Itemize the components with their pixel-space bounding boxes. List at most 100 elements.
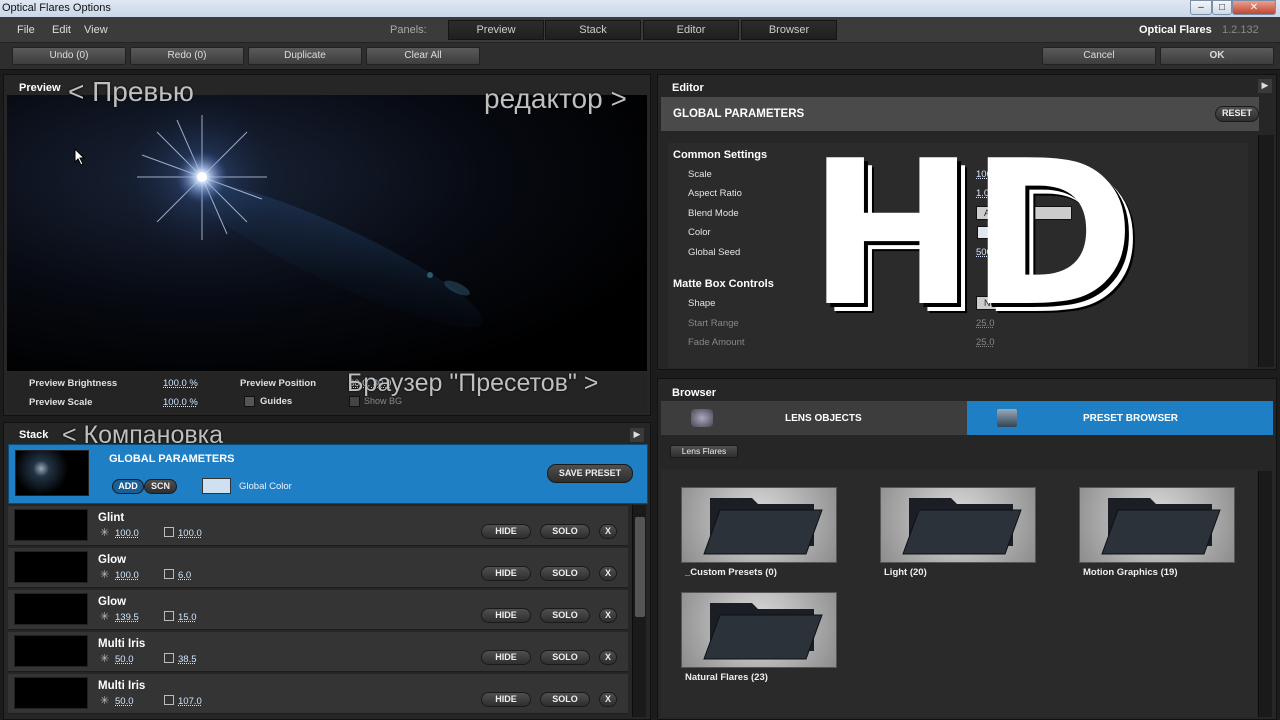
stack-layer-row[interactable]: Glow ✳ 139.5 15.0 HIDE SOLO X — [8, 590, 628, 630]
save-preset-button[interactable]: SAVE PRESET — [547, 464, 633, 483]
preview-panel: Preview < Превью редактор > Preview Brig… — [3, 74, 651, 416]
browser-scrollbar[interactable] — [1258, 471, 1272, 717]
menu-view[interactable]: View — [84, 24, 108, 36]
preset-folder[interactable] — [681, 592, 837, 668]
brightness-icon: ✳ — [100, 653, 110, 665]
show-bg-checkbox[interactable] — [349, 396, 360, 407]
layer-thumbnail — [14, 509, 88, 541]
blend-mode-label: Blend Mode — [688, 208, 739, 219]
layer-scale-value[interactable]: 38.5 — [178, 654, 197, 665]
preset-folder-label: Light (20) — [884, 567, 927, 578]
hide-button[interactable]: HIDE — [481, 524, 531, 539]
layer-brightness-value[interactable]: 100.0 — [115, 528, 139, 539]
stack-scrollbar[interactable] — [632, 505, 646, 717]
panel-editor-button[interactable]: Editor — [643, 20, 739, 40]
stack-layer-row[interactable]: Multi Iris ✳ 50.0 107.0 HIDE SOLO X — [8, 674, 628, 714]
panel-preview-button[interactable]: Preview — [448, 20, 544, 40]
delete-layer-button[interactable]: X — [599, 692, 617, 707]
stack-layer-row[interactable]: Multi Iris ✳ 50.0 38.5 HIDE SOLO X — [8, 632, 628, 672]
delete-layer-button[interactable]: X — [599, 566, 617, 581]
solo-button[interactable]: SOLO — [540, 650, 590, 665]
preview-viewport[interactable] — [7, 95, 647, 371]
editor-header-title: GLOBAL PARAMETERS — [673, 108, 805, 120]
cancel-button[interactable]: Cancel — [1042, 47, 1156, 65]
matte-box-heading: Matte Box Controls — [673, 278, 774, 290]
guides-checkbox[interactable] — [244, 396, 255, 407]
scale-icon — [164, 611, 174, 621]
layer-brightness-value[interactable]: 100.0 — [115, 570, 139, 581]
delete-layer-button[interactable]: X — [599, 608, 617, 623]
solo-button[interactable]: SOLO — [540, 692, 590, 707]
layer-brightness-value[interactable]: 139.5 — [115, 612, 139, 623]
layer-scale-value[interactable]: 107.0 — [178, 696, 202, 707]
stack-layer-row[interactable]: Glint ✳ 100.0 100.0 HIDE SOLO X — [8, 506, 628, 546]
global-color-swatch[interactable] — [202, 478, 231, 494]
guides-label: Guides — [260, 396, 293, 407]
scale-icon — [164, 695, 174, 705]
stack-layer-row[interactable]: Glow ✳ 100.0 6.0 HIDE SOLO X — [8, 548, 628, 588]
stack-expand-icon[interactable]: ▶ — [630, 428, 644, 442]
minimize-button[interactable]: – — [1190, 0, 1212, 15]
redo-button[interactable]: Redo (0) — [130, 47, 244, 65]
stack-scroll-thumb[interactable] — [635, 517, 645, 617]
duplicate-button[interactable]: Duplicate — [248, 47, 362, 65]
color-label: Color — [688, 227, 711, 238]
brightness-icon: ✳ — [100, 695, 110, 707]
hide-button[interactable]: HIDE — [481, 608, 531, 623]
menu-file[interactable]: File — [17, 24, 35, 36]
brightness-icon: ✳ — [100, 527, 110, 539]
panels-label: Panels: — [390, 24, 427, 36]
preview-scale-label: Preview Scale — [29, 397, 93, 408]
panel-stack-button[interactable]: Stack — [545, 20, 641, 40]
preview-brightness-value[interactable]: 100.0 % — [163, 378, 198, 389]
layer-scale-value[interactable]: 6.0 — [178, 570, 191, 581]
hide-button[interactable]: HIDE — [481, 650, 531, 665]
solo-button[interactable]: SOLO — [540, 608, 590, 623]
tab-lens-objects[interactable]: LENS OBJECTS — [661, 401, 967, 435]
folder-icon — [703, 498, 823, 555]
hide-button[interactable]: HIDE — [481, 566, 531, 581]
folder-icon — [703, 603, 823, 660]
breadcrumb-lens-flares[interactable]: Lens Flares — [670, 445, 738, 458]
editor-expand-icon[interactable]: ▶ — [1258, 79, 1272, 93]
delete-layer-button[interactable]: X — [599, 524, 617, 539]
toolbar: Undo (0) Redo (0) Duplicate Clear All Ca… — [0, 43, 1280, 70]
preview-brightness-label: Preview Brightness — [29, 378, 118, 389]
add-button[interactable]: ADD — [112, 479, 144, 494]
layer-scale-value[interactable]: 100.0 — [178, 528, 202, 539]
hide-button[interactable]: HIDE — [481, 692, 531, 707]
stack-panel: Stack < Компановка ▶ GLOBAL PARAMETERS A… — [3, 421, 651, 720]
start-range-label: Start Range — [688, 318, 739, 329]
global-parameters-layer[interactable]: GLOBAL PARAMETERS ADD SCN Global Color S… — [8, 444, 648, 504]
aspect-ratio-label: Aspect Ratio — [688, 188, 742, 199]
layer-brightness-value[interactable]: 50.0 — [115, 654, 134, 665]
lens-objects-icon — [691, 409, 713, 427]
preset-folder[interactable] — [880, 487, 1036, 563]
solo-button[interactable]: SOLO — [540, 566, 590, 581]
menu-edit[interactable]: Edit — [52, 24, 71, 36]
preset-folder[interactable] — [681, 487, 837, 563]
delete-layer-button[interactable]: X — [599, 650, 617, 665]
hd-watermark: HD — [808, 118, 1135, 351]
undo-button[interactable]: Undo (0) — [12, 47, 126, 65]
tab-preset-browser[interactable]: PRESET BROWSER — [967, 401, 1273, 435]
panel-browser-button[interactable]: Browser — [741, 20, 837, 40]
layer-scale-value[interactable]: 15.0 — [178, 612, 197, 623]
solo-button[interactable]: SOLO — [540, 524, 590, 539]
preview-scale-value[interactable]: 100.0 % — [163, 397, 198, 408]
preset-folder[interactable] — [1079, 487, 1235, 563]
scn-button[interactable]: SCN — [144, 479, 177, 494]
scale-icon — [164, 569, 174, 579]
layer-name: Glow — [98, 554, 127, 566]
global-seed-label: Global Seed — [688, 247, 741, 258]
maximize-button[interactable]: □ — [1212, 0, 1232, 15]
close-button[interactable]: ✕ — [1232, 0, 1276, 15]
scale-icon — [164, 527, 174, 537]
brand-name: Optical Flares — [1139, 24, 1212, 36]
layer-brightness-value[interactable]: 50.0 — [115, 696, 134, 707]
reset-button[interactable]: RESET — [1215, 106, 1259, 122]
editor-scrollbar[interactable] — [1258, 135, 1274, 367]
clear-all-button[interactable]: Clear All — [366, 47, 480, 65]
ok-button[interactable]: OK — [1160, 47, 1274, 65]
preset-folder-label: _Custom Presets (0) — [685, 567, 777, 578]
